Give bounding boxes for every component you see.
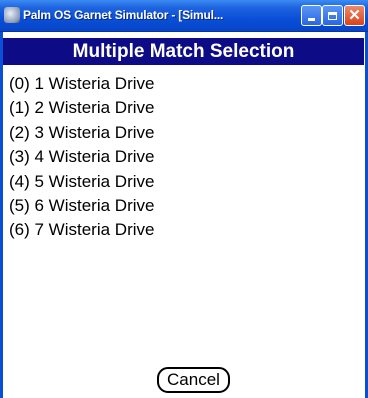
match-item[interactable]: (3) 4 Wisteria Drive	[9, 145, 154, 169]
maximize-button[interactable]	[322, 5, 343, 26]
match-item[interactable]: (1) 2 Wisteria Drive	[9, 96, 154, 120]
palm-app-icon[interactable]	[4, 7, 20, 23]
match-item[interactable]: (2) 3 Wisteria Drive	[9, 121, 154, 145]
cancel-button[interactable]: Cancel	[157, 367, 230, 393]
maximize-icon	[328, 11, 337, 20]
minimize-icon	[308, 18, 315, 21]
match-item[interactable]: (4) 5 Wisteria Drive	[9, 170, 154, 194]
match-item[interactable]: (6) 7 Wisteria Drive	[9, 218, 154, 242]
window-title: Palm OS Garnet Simulator - [Simul...	[23, 8, 224, 22]
close-icon: ✕	[348, 7, 361, 24]
close-button[interactable]: ✕	[344, 5, 365, 26]
minimize-button[interactable]	[301, 5, 322, 26]
match-list: (0) 1 Wisteria Drive (1) 2 Wisteria Driv…	[9, 72, 154, 243]
match-item[interactable]: (0) 1 Wisteria Drive	[9, 72, 154, 96]
window-titlebar[interactable]: Palm OS Garnet Simulator - [Simul... ✕	[0, 0, 368, 32]
match-item[interactable]: (5) 6 Wisteria Drive	[9, 194, 154, 218]
form-title: Multiple Match Selection	[3, 38, 364, 65]
